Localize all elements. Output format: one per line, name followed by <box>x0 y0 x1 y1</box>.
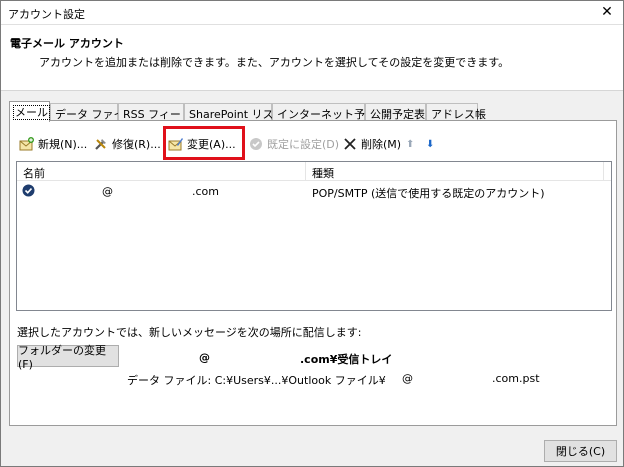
change-folder-button[interactable]: フォルダーの変更(F) <box>17 344 119 371</box>
account-settings-window: アカウント設定 ✕ 電子メール アカウント アカウントを追加または削除できます。… <box>0 0 624 467</box>
close-button[interactable]: 閉じる(C) <box>544 440 617 462</box>
delete-x-icon <box>342 136 358 152</box>
set-default-label: 既定に設定(D) <box>267 138 340 151</box>
list-header: 名前 種類 <box>17 162 611 181</box>
data-file-at: @ <box>402 372 413 385</box>
check-circle-icon <box>248 136 264 152</box>
delivery-folder-at: @ <box>199 351 210 364</box>
account-type: POP/SMTP (送信で使用する既定のアカウント) <box>312 187 545 200</box>
mail-tab-panel: 新規(N)... 修復(R)... 変更(A)... 既定に設定(D) 削除(M… <box>9 120 617 426</box>
default-account-check-icon <box>22 184 35 200</box>
tab-data-files[interactable]: データ ファイル <box>50 103 136 121</box>
column-header-name[interactable]: 名前 <box>23 165 45 181</box>
tab-mail[interactable]: メール <box>9 101 50 122</box>
repair-tools-icon <box>93 136 109 152</box>
delivery-description: 選択したアカウントでは、新しいメッセージを次の場所に配信します: <box>17 326 362 339</box>
data-file-path: データ ファイル: C:¥Users¥...¥Outlook ファイル¥ <box>127 374 386 387</box>
tab-label: メール <box>13 105 50 120</box>
set-default-button[interactable]: 既定に設定(D) <box>248 134 339 154</box>
window-title: アカウント設定 <box>8 8 85 21</box>
account-list[interactable]: 名前 種類 @ .com POP/SMTP (送信で使用する既定のアカウント) <box>16 161 612 311</box>
title-bar: アカウント設定 ✕ <box>1 1 623 25</box>
new-account-button[interactable]: 新規(N)... <box>19 134 87 154</box>
close-icon[interactable]: ✕ <box>599 4 615 20</box>
delete-label: 削除(M) <box>361 138 402 151</box>
column-header-type[interactable]: 種類 <box>312 165 334 181</box>
account-toolbar: 新規(N)... 修復(R)... 変更(A)... 既定に設定(D) 削除(M… <box>18 126 608 160</box>
new-account-label: 新規(N)... <box>38 138 88 151</box>
tab-internet-calendars[interactable]: インターネット予定表 <box>272 103 387 121</box>
tab-published-calendars[interactable]: 公開予定表 <box>365 103 426 121</box>
dialog-header: 電子メール アカウント アカウントを追加または削除できます。また、アカウントを選… <box>1 25 623 91</box>
header-title: 電子メール アカウント <box>10 37 124 50</box>
new-account-icon <box>19 136 35 152</box>
header-description: アカウントを追加または削除できます。また、アカウントを選択してその設定を変更でき… <box>39 56 510 69</box>
delivery-folder-path: .com¥受信トレイ <box>300 353 393 366</box>
repair-button[interactable]: 修復(R)... <box>93 134 161 154</box>
column-separator <box>603 162 604 181</box>
tab-sharepoint-lists[interactable]: SharePoint リスト <box>184 103 285 121</box>
account-name-at: @ <box>102 185 113 198</box>
column-separator <box>305 162 306 181</box>
data-file-suffix: .com.pst <box>492 372 540 385</box>
account-row[interactable]: @ .com POP/SMTP (送信で使用する既定のアカウント) <box>17 182 611 200</box>
repair-label: 修復(R)... <box>112 138 161 151</box>
move-up-icon[interactable]: ⬆ <box>406 134 414 154</box>
account-name-domain: .com <box>192 185 219 198</box>
delete-button[interactable]: 削除(M) <box>342 134 401 154</box>
tab-address-books[interactable]: アドレス帳 <box>426 103 486 121</box>
move-down-icon[interactable]: ⬇ <box>426 134 434 154</box>
change-button-highlight <box>163 126 245 160</box>
tab-rss-feeds[interactable]: RSS フィード <box>118 103 192 121</box>
